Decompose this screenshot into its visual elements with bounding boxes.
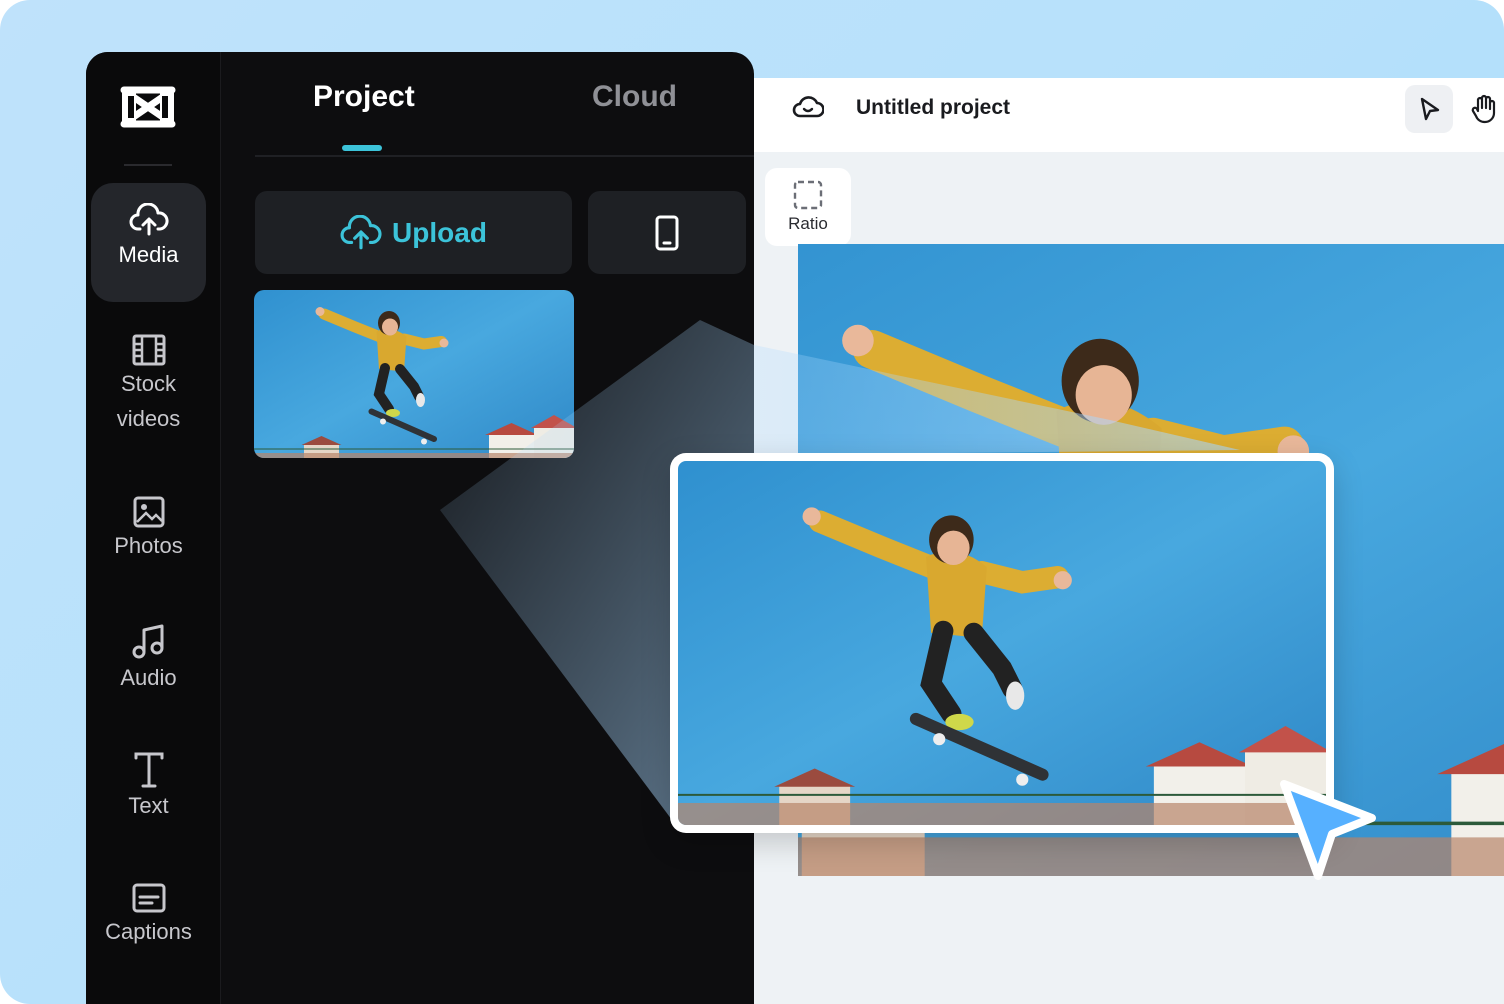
sidebar-item-label: Photos [114, 533, 183, 558]
ratio-button[interactable]: Ratio [765, 168, 851, 246]
upload-button[interactable]: Upload [255, 191, 572, 274]
aspect-ratio-icon [793, 180, 823, 210]
sidebar-item-text[interactable]: Text [91, 752, 206, 823]
text-t-icon [134, 752, 163, 788]
ratio-label: Ratio [788, 214, 828, 233]
active-tab-indicator [342, 145, 382, 151]
sidebar-item-media[interactable]: Media [91, 183, 206, 302]
capcut-logo [120, 86, 176, 128]
tab-project[interactable]: Project [313, 80, 415, 114]
phone-icon [655, 215, 679, 250]
sidebar-item-photos[interactable]: Photos [91, 496, 206, 563]
sidebar-divider [124, 164, 172, 166]
skateboarder-photo [254, 290, 574, 458]
sidebar-item-label: Stock videos [116, 371, 181, 431]
image-icon [133, 496, 164, 528]
upload-from-phone-button[interactable] [588, 191, 746, 274]
tab-cloud[interactable]: Cloud [592, 80, 677, 114]
media-thumbnail[interactable] [254, 290, 574, 458]
sidebar: Media Stock videos Photos Audio Text Cap… [86, 52, 221, 1004]
cursor-arrow-icon [1280, 780, 1376, 880]
cloud-icon[interactable] [792, 94, 824, 122]
sidebar-item-captions[interactable]: Captions [91, 882, 206, 949]
zoomed-preview-card [670, 453, 1334, 833]
pointer-icon [1420, 97, 1440, 121]
music-note-icon [132, 624, 163, 659]
film-icon [132, 334, 165, 366]
sidebar-item-audio[interactable]: Audio [91, 624, 206, 695]
project-title[interactable]: Untitled project [856, 96, 1010, 120]
cloud-upload-icon [129, 203, 169, 236]
skateboarder-photo [678, 461, 1326, 825]
hand-icon [1471, 94, 1496, 124]
media-panel-window: Media Stock videos Photos Audio Text Cap… [86, 52, 754, 1004]
hand-tool-button[interactable] [1464, 85, 1504, 133]
editor-topbar: Untitled project [754, 78, 1504, 152]
sidebar-item-stock-videos[interactable]: Stock videos [91, 334, 206, 436]
sidebar-item-label: Text [128, 793, 169, 818]
cloud-upload-icon [340, 214, 382, 249]
upload-label: Upload [392, 216, 487, 248]
pointer-tool-button[interactable] [1405, 85, 1453, 133]
sidebar-item-label: Media [118, 242, 179, 267]
tab-divider [255, 155, 754, 157]
captions-icon [132, 883, 165, 913]
sidebar-item-label: Audio [120, 665, 177, 690]
sidebar-item-label: Captions [105, 919, 192, 944]
